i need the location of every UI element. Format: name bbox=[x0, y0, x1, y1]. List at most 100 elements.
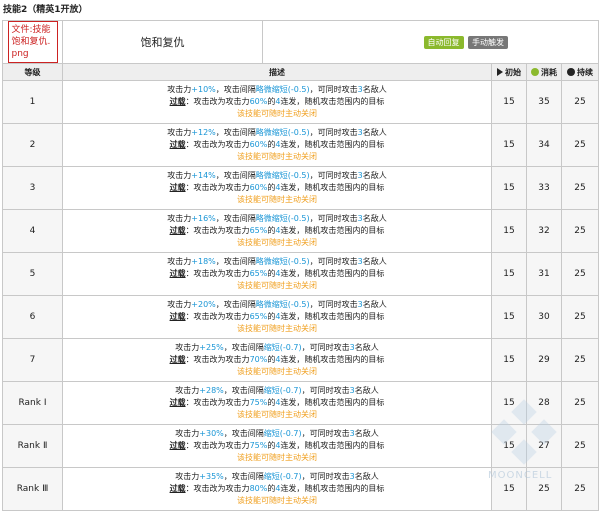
desc-targets-prefix: ，可同时攻击 bbox=[309, 128, 358, 137]
desc-line-note: 该技能可随时主动关闭 bbox=[63, 409, 491, 421]
desc-interval-prefix: ，攻击间隔 bbox=[215, 85, 256, 94]
trigger-badge: 手动触发 bbox=[468, 35, 509, 49]
duration-cell: 25 bbox=[560, 338, 600, 382]
desc-line-note: 该技能可随时主动关闭 bbox=[63, 452, 491, 464]
desc-interval-prefix: ，攻击间隔 bbox=[215, 257, 256, 266]
desc-atk-value: +28% bbox=[199, 386, 224, 395]
desc-line-overload: 过载：攻击改为攻击力60%的4连发，随机攻击范围内的目标 bbox=[63, 96, 491, 108]
description-cell: 攻击力+12%，攻击间隔略微缩短(-0.5)，可同时攻击3名敌人 过载：攻击改为攻… bbox=[62, 123, 492, 167]
desc-overload-prefix: ：攻击改为攻击力 bbox=[185, 183, 250, 192]
desc-atk-value: +20% bbox=[191, 300, 216, 309]
duration-cell: 25 bbox=[560, 295, 600, 339]
description-cell: 攻击力+30%，攻击间隔缩短(-0.7)，可同时攻击3名敌人 过载：攻击改为攻击力… bbox=[62, 424, 492, 468]
desc-atk-prefix: 攻击力 bbox=[175, 429, 200, 438]
header-initial: 初始 bbox=[491, 63, 527, 81]
desc-shots-suffix: 连发，随机攻击范围内的目标 bbox=[280, 183, 385, 192]
header-duration: 持续 bbox=[560, 63, 600, 81]
desc-targets-prefix: ，可同时攻击 bbox=[309, 214, 358, 223]
cost-cell: 27 bbox=[526, 424, 562, 468]
desc-atk-ratio: 75% bbox=[249, 441, 268, 450]
desc-atk-ratio: 80% bbox=[249, 484, 268, 493]
cost-cell: 33 bbox=[526, 166, 562, 210]
skill-table: 文件:技能 饱和复仇.png 饱和复仇 自动回复 手动触发 等级 描述 初始 消… bbox=[2, 20, 600, 511]
desc-shots-suffix: 连发，随机攻击范围内的目标 bbox=[280, 441, 385, 450]
header-duration-label: 持续 bbox=[577, 67, 594, 77]
skill-icon-cell: 文件:技能 饱和复仇.png bbox=[2, 20, 63, 64]
desc-targets-suffix: 名敌人 bbox=[362, 214, 387, 223]
cost-cell: 25 bbox=[526, 467, 562, 511]
desc-interval-value: 略微缩短(-0.5) bbox=[255, 171, 310, 180]
description-cell: 攻击力+18%，攻击间隔略微缩短(-0.5)，可同时攻击3名敌人 过载：攻击改为攻… bbox=[62, 252, 492, 296]
cost-cell: 30 bbox=[526, 295, 562, 339]
desc-atk-ratio: 65% bbox=[249, 269, 268, 278]
recovery-badge: 自动回复 bbox=[423, 35, 464, 49]
desc-line-note: 该技能可随时主动关闭 bbox=[63, 280, 491, 292]
desc-targets-suffix: 名敌人 bbox=[362, 300, 387, 309]
cost-cell: 34 bbox=[526, 123, 562, 167]
desc-note: 该技能可随时主动关闭 bbox=[237, 109, 317, 118]
desc-overload-label: 过载 bbox=[169, 183, 186, 192]
desc-targets-suffix: 名敌人 bbox=[354, 343, 379, 352]
desc-overload-prefix: ：攻击改为攻击力 bbox=[185, 269, 250, 278]
level-cell: Rank Ⅲ bbox=[2, 467, 63, 511]
desc-line-buff: 攻击力+25%，攻击间隔缩短(-0.7)，可同时攻击3名敌人 bbox=[63, 342, 491, 354]
desc-line-buff: 攻击力+16%，攻击间隔略微缩短(-0.5)，可同时攻击3名敌人 bbox=[63, 213, 491, 225]
cost-cell: 32 bbox=[526, 209, 562, 253]
initial-cell: 15 bbox=[491, 80, 527, 124]
skill-icon-file-link[interactable]: 文件:技能 饱和复仇.png bbox=[7, 21, 58, 63]
initial-cell: 15 bbox=[491, 381, 527, 425]
desc-shots-suffix: 连发，随机攻击范围内的目标 bbox=[280, 226, 385, 235]
desc-interval-value: 缩短(-0.7) bbox=[263, 429, 302, 438]
desc-atk-prefix: 攻击力 bbox=[167, 85, 192, 94]
desc-note: 该技能可随时主动关闭 bbox=[237, 238, 317, 247]
initial-cell: 15 bbox=[491, 252, 527, 296]
desc-overload-label: 过载 bbox=[169, 140, 186, 149]
desc-interval-prefix: ，攻击间隔 bbox=[215, 128, 256, 137]
desc-overload-prefix: ：攻击改为攻击力 bbox=[185, 140, 250, 149]
desc-targets-suffix: 名敌人 bbox=[354, 429, 379, 438]
desc-line-note: 该技能可随时主动关闭 bbox=[63, 495, 491, 507]
duration-cell: 25 bbox=[560, 381, 600, 425]
header-desc: 描述 bbox=[62, 63, 492, 81]
desc-interval-prefix: ，攻击间隔 bbox=[223, 386, 264, 395]
desc-targets-prefix: ，可同时攻击 bbox=[309, 257, 358, 266]
desc-interval-prefix: ，攻击间隔 bbox=[223, 429, 264, 438]
table-row: 5 攻击力+18%，攻击间隔略微缩短(-0.5)，可同时攻击3名敌人 过载：攻击改为… bbox=[2, 252, 600, 296]
desc-interval-prefix: ，攻击间隔 bbox=[215, 171, 256, 180]
desc-atk-prefix: 攻击力 bbox=[167, 128, 192, 137]
desc-shots-suffix: 连发，随机攻击范围内的目标 bbox=[280, 355, 385, 364]
header-cost-label: 消耗 bbox=[541, 67, 557, 77]
desc-overload-label: 过载 bbox=[169, 441, 186, 450]
level-cell: Rank Ⅰ bbox=[2, 381, 63, 425]
cost-cell: 31 bbox=[526, 252, 562, 296]
table-row: 4 攻击力+16%，攻击间隔略微缩短(-0.5)，可同时攻击3名敌人 过载：攻击改为… bbox=[2, 209, 600, 253]
desc-line-note: 该技能可随时主动关闭 bbox=[63, 366, 491, 378]
desc-targets-prefix: ，可同时攻击 bbox=[309, 300, 358, 309]
desc-interval-value: 略微缩短(-0.5) bbox=[255, 128, 310, 137]
desc-shots-suffix: 连发，随机攻击范围内的目标 bbox=[280, 312, 385, 321]
section-heading: 技能2（精英1开放） bbox=[3, 5, 88, 15]
initial-cell: 15 bbox=[491, 295, 527, 339]
table-row: Rank Ⅱ 攻击力+30%，攻击间隔缩短(-0.7)，可同时攻击3名敌人 过载：攻… bbox=[2, 424, 600, 468]
lightning-icon bbox=[531, 67, 539, 76]
desc-atk-prefix: 攻击力 bbox=[167, 300, 192, 309]
desc-interval-prefix: ，攻击间隔 bbox=[215, 300, 256, 309]
desc-line-note: 该技能可随时主动关闭 bbox=[63, 237, 491, 249]
desc-shots-suffix: 连发，随机攻击范围内的目标 bbox=[280, 269, 385, 278]
level-cell: 7 bbox=[2, 338, 63, 382]
description-cell: 攻击力+35%，攻击间隔缩短(-0.7)，可同时攻击3名敌人 过载：攻击改为攻击力… bbox=[62, 467, 492, 511]
desc-shots-suffix: 连发，随机攻击范围内的目标 bbox=[280, 140, 385, 149]
initial-cell: 15 bbox=[491, 338, 527, 382]
desc-atk-prefix: 攻击力 bbox=[175, 472, 200, 481]
skill-name: 饱和复仇 bbox=[140, 36, 185, 49]
desc-note: 该技能可随时主动关闭 bbox=[237, 152, 317, 161]
desc-overload-prefix: ：攻击改为攻击力 bbox=[185, 226, 250, 235]
desc-overload-label: 过载 bbox=[169, 226, 186, 235]
desc-targets-prefix: ，可同时攻击 bbox=[309, 85, 358, 94]
desc-line-buff: 攻击力+20%，攻击间隔略微缩短(-0.5)，可同时攻击3名敌人 bbox=[63, 299, 491, 311]
desc-atk-value: +18% bbox=[191, 257, 216, 266]
desc-atk-prefix: 攻击力 bbox=[167, 214, 192, 223]
desc-targets-suffix: 名敌人 bbox=[362, 128, 387, 137]
header-level: 等级 bbox=[2, 63, 63, 81]
initial-cell: 15 bbox=[491, 123, 527, 167]
